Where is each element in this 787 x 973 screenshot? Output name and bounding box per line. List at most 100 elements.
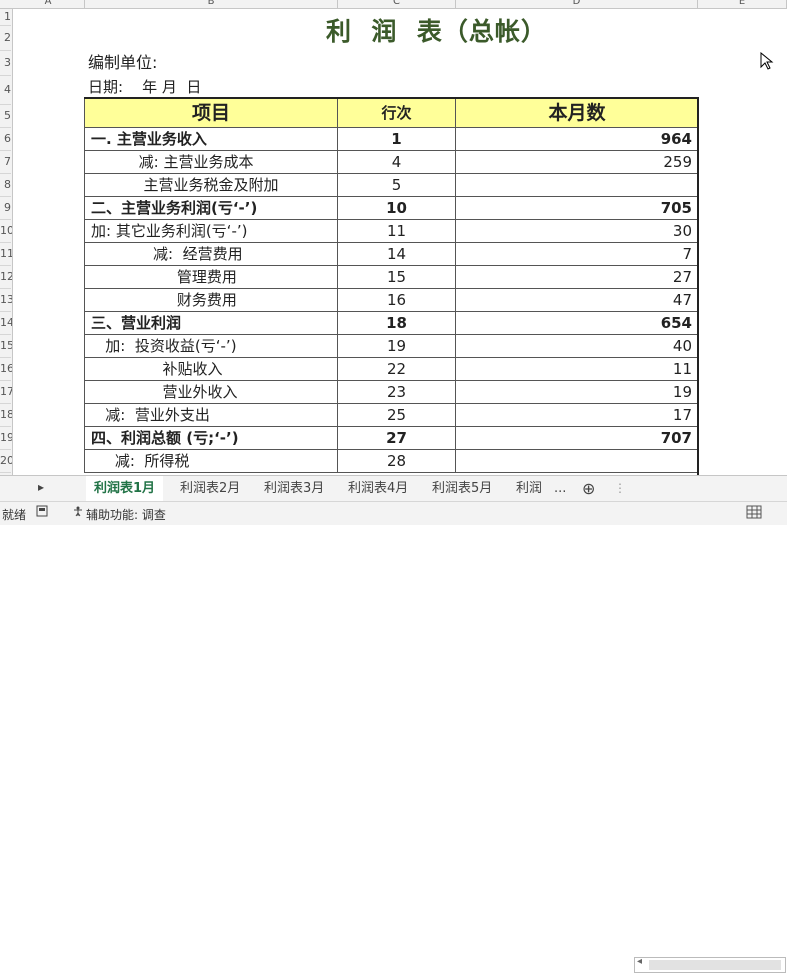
sheet-tab-apr[interactable]: 利润表4月 [340, 476, 416, 501]
row-header[interactable]: 6 [0, 128, 11, 151]
column-header-c[interactable]: C [338, 0, 456, 8]
row-header[interactable]: 5 [0, 105, 11, 128]
cell-item[interactable]: 减: 主营业务成本 [84, 150, 338, 174]
cell-item[interactable]: 加: 其它业务利润(亏‘-’) [84, 219, 338, 243]
row-header[interactable]: 20 [0, 450, 12, 473]
table-row: 加: 其它业务利润(亏‘-’) 11 30 [84, 219, 699, 243]
column-header-e[interactable]: E [698, 0, 787, 8]
column-header-a[interactable]: A [12, 0, 85, 8]
row-header[interactable]: 10 [0, 220, 12, 243]
cell-item[interactable]: 减: 营业外支出 [84, 403, 338, 427]
cell-amount[interactable]: 17 [455, 403, 699, 427]
record-macro-icon[interactable] [36, 505, 48, 520]
add-sheet-button[interactable]: ⊕ [574, 476, 603, 501]
table-row: 减: 营业外支出 25 17 [84, 403, 699, 427]
cell-line-no[interactable]: 27 [337, 426, 456, 450]
cell-item[interactable]: 四、利润总额 (亏;‘-’) [84, 426, 338, 450]
cell-amount[interactable]: 30 [455, 219, 699, 243]
sheet-tab-jan[interactable]: 利润表1月 [86, 476, 164, 503]
cell-amount[interactable]: 27 [455, 265, 699, 289]
cell-line-no[interactable]: 23 [337, 380, 456, 404]
column-header-b[interactable]: B [85, 0, 338, 8]
cell-amount[interactable]: 707 [455, 426, 699, 450]
table-header-row: 项目 行次 本月数 [84, 97, 699, 128]
row-header[interactable]: 2 [0, 26, 11, 51]
cell-amount[interactable] [455, 173, 699, 197]
table-row: 管理费用 15 27 [84, 265, 699, 289]
mouse-cursor-icon [760, 52, 774, 70]
scroll-tabs-right-icon[interactable]: ▸ [38, 480, 44, 494]
sheet-tab-may[interactable]: 利润表5月 [424, 476, 500, 501]
scroll-left-icon[interactable]: ◂ [637, 956, 642, 967]
cell-item[interactable]: 减: 经营费用 [84, 242, 338, 266]
cell-line-no[interactable]: 11 [337, 219, 456, 243]
cell-line-no[interactable]: 1 [337, 127, 456, 151]
cell-amount[interactable] [455, 449, 699, 473]
cell-item[interactable]: 财务费用 [84, 288, 338, 312]
row-header[interactable]: 11 [0, 243, 12, 266]
cell-item[interactable]: 主营业务税金及附加 [84, 173, 338, 197]
accessibility-status[interactable]: 辅助功能: 调查 [86, 506, 166, 523]
cell-amount[interactable]: 964 [455, 127, 699, 151]
status-bar: 就绪 辅助功能: 调查 [0, 501, 787, 525]
column-header-d[interactable]: D [456, 0, 698, 8]
row-header[interactable]: 8 [0, 174, 11, 197]
cell-amount[interactable]: 11 [455, 357, 699, 381]
cell-line-no[interactable]: 5 [337, 173, 456, 197]
cell-item[interactable]: 三、营业利润 [84, 311, 338, 335]
sheet-tab-feb[interactable]: 利润表2月 [172, 476, 248, 501]
header-amount[interactable]: 本月数 [455, 97, 699, 128]
cell-item[interactable]: 减: 所得税 [84, 449, 338, 473]
header-item[interactable]: 项目 [84, 97, 338, 128]
cell-line-no[interactable]: 28 [337, 449, 456, 473]
cell-line-no[interactable]: 15 [337, 265, 456, 289]
scrollbar-thumb[interactable] [649, 960, 781, 970]
row-header[interactable]: 1 [0, 9, 11, 26]
row-header[interactable]: 4 [0, 76, 11, 105]
company-unit-label: 编制单位: [88, 53, 158, 72]
ready-status: 就绪 [2, 508, 27, 522]
normal-view-icon[interactable] [746, 505, 762, 522]
cell-amount[interactable]: 705 [455, 196, 699, 220]
row-header[interactable]: 13 [0, 289, 12, 312]
row-header[interactable]: 9 [0, 197, 11, 220]
table-row: 四、利润总额 (亏;‘-’) 27 707 [84, 426, 699, 450]
cell-item[interactable]: 一. 主营业务收入 [84, 127, 338, 151]
cell-amount[interactable]: 40 [455, 334, 699, 358]
row-header[interactable]: 17 [0, 381, 12, 404]
cell-line-no[interactable]: 4 [337, 150, 456, 174]
row-header[interactable]: 18 [0, 404, 12, 427]
cell-item[interactable]: 加: 投资收益(亏‘-’) [84, 334, 338, 358]
horizontal-scrollbar[interactable]: ◂ [634, 956, 786, 973]
cell-item[interactable]: 营业外收入 [84, 380, 338, 404]
row-header[interactable]: 12 [0, 266, 12, 289]
row-header-bar: 1 2 3 4 5 6 7 8 9 10 11 12 13 14 15 16 1… [0, 9, 13, 475]
more-tabs-button[interactable]: ... [546, 476, 574, 501]
cell-item[interactable]: 补贴收入 [84, 357, 338, 381]
cell-item[interactable]: 二、主营业务利润(亏‘-’) [84, 196, 338, 220]
table-row: 主营业务税金及附加 5 [84, 173, 699, 197]
row-header[interactable]: 7 [0, 151, 11, 174]
cell-amount[interactable]: 259 [455, 150, 699, 174]
cell-line-no[interactable]: 16 [337, 288, 456, 312]
row-header[interactable]: 15 [0, 335, 12, 358]
cell-amount[interactable]: 7 [455, 242, 699, 266]
cell-line-no[interactable]: 19 [337, 334, 456, 358]
cell-amount[interactable]: 47 [455, 288, 699, 312]
row-header[interactable]: 3 [0, 51, 11, 76]
sheet-tab-mar[interactable]: 利润表3月 [256, 476, 332, 501]
cell-amount[interactable]: 19 [455, 380, 699, 404]
row-header[interactable]: 19 [0, 427, 12, 450]
cell-line-no[interactable]: 10 [337, 196, 456, 220]
accessibility-icon[interactable] [72, 505, 84, 520]
cell-line-no[interactable]: 18 [337, 311, 456, 335]
splitter-handle-icon[interactable]: ⋮ [614, 481, 626, 495]
row-header[interactable]: 16 [0, 358, 12, 381]
cell-line-no[interactable]: 14 [337, 242, 456, 266]
cell-line-no[interactable]: 25 [337, 403, 456, 427]
cell-line-no[interactable]: 22 [337, 357, 456, 381]
cell-item[interactable]: 管理费用 [84, 265, 338, 289]
row-header[interactable]: 14 [0, 312, 12, 335]
header-line-no[interactable]: 行次 [337, 97, 456, 128]
cell-amount[interactable]: 654 [455, 311, 699, 335]
